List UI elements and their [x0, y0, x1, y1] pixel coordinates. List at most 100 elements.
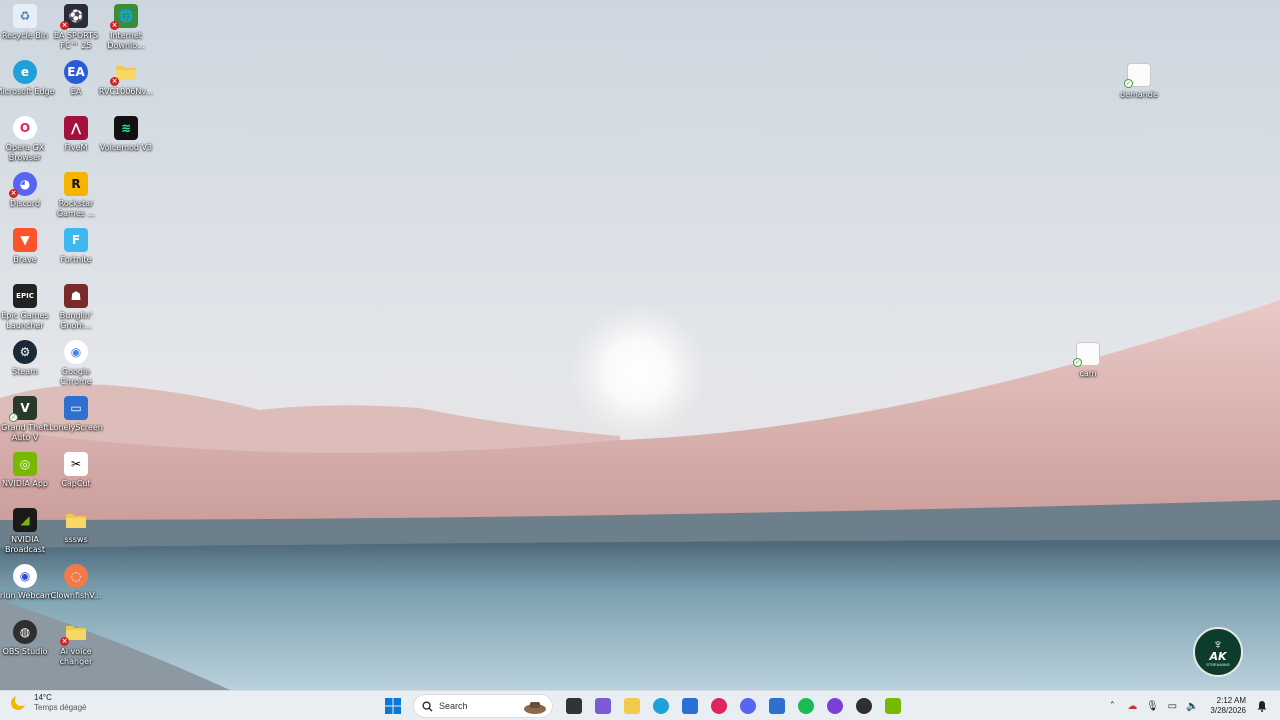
game-icon: ☗ — [64, 284, 88, 308]
weather-widget[interactable]: 14°C Temps dégagé — [8, 693, 86, 713]
desktop-shortcut[interactable]: sssws — [51, 508, 101, 545]
taskbar-app-microsoft-store[interactable] — [677, 693, 703, 719]
fivem-icon: ⋀ — [64, 116, 88, 140]
network-icon[interactable]: ▭ — [1163, 696, 1181, 716]
ak-streaming-watermark: ♆ AK STREAMING — [1193, 627, 1243, 677]
steam-icon: ⚙ — [13, 340, 37, 364]
desktop-shortcut[interactable]: ≋ Voicemod V3 — [100, 116, 152, 153]
desktop-file-demande[interactable]: ✓ demande — [1114, 63, 1164, 100]
ea-fc-icon: ⚽ × — [60, 4, 88, 30]
chevron-up-icon[interactable]: ˄ — [1103, 696, 1121, 716]
clock-date: 3/28/2026 — [1210, 706, 1246, 715]
desktop-file-label: demande — [1120, 90, 1158, 99]
desktop-shortcut[interactable]: EPIC Epic Games Launcher — [0, 284, 50, 331]
desktop-file-cam[interactable]: ✓ cam — [1063, 342, 1113, 379]
desktop-shortcut[interactable]: ✂ CapCut — [51, 452, 101, 489]
desktop-shortcut[interactable]: e Microsoft Edge — [0, 60, 55, 97]
taskbar-app-discord[interactable] — [735, 693, 761, 719]
desktop-shortcut[interactable]: × RVC1006Nv... — [99, 60, 153, 97]
desktop-shortcut[interactable]: ⚽ × EA SPORTS FC™ 25 — [51, 4, 101, 51]
eagle-icon: ♆ — [1212, 636, 1224, 652]
desktop-shortcut[interactable]: ◢ NVIDIA Broadcast — [0, 508, 50, 555]
onedrive-icon[interactable]: ☁ — [1123, 696, 1141, 716]
taskbar-app-spotify[interactable] — [793, 693, 819, 719]
desktop-shortcut[interactable]: O Opera GX Browser — [0, 116, 50, 163]
taskbar-app-copilot[interactable] — [590, 693, 616, 719]
desktop-shortcut[interactable]: 🌐 × Internet Downlo... — [101, 4, 151, 51]
taskbar-app-opera[interactable] — [822, 693, 848, 719]
windows-logo-icon — [384, 698, 401, 714]
spotify-icon — [797, 698, 814, 714]
volume-icon[interactable]: 🔈 — [1183, 696, 1201, 716]
folder-icon: × — [110, 60, 138, 86]
document-icon: ✓ — [1073, 342, 1100, 367]
desktop-shortcut[interactable]: ⚙ Steam — [0, 340, 50, 377]
text-document-icon: ✓ — [1124, 63, 1151, 88]
desktop-shortcut[interactable]: ◌ ClownfishV... — [51, 564, 101, 601]
desktop-shortcut[interactable]: ◎ NVIDIA App — [0, 452, 50, 489]
notification-bell-icon[interactable] — [1253, 696, 1271, 716]
search-highlight-icon — [524, 702, 546, 714]
gta-v-icon: V ✓ — [9, 396, 37, 422]
opera-gx-icon — [710, 698, 727, 714]
folder-icon: × — [60, 620, 88, 646]
taskbar-app-nvidia-broadcast[interactable] — [880, 693, 906, 719]
desktop-shortcut[interactable]: ♻ Recycle Bin — [0, 4, 50, 41]
file-explorer-icon — [623, 698, 640, 714]
desktop-shortcut[interactable]: ◍ OBS Studio — [0, 620, 50, 657]
desktop-shortcut-label: RVC1006Nv... — [98, 87, 154, 96]
desktop-shortcut[interactable]: ▼ Brave — [0, 228, 50, 265]
rockstar-icon: R — [64, 172, 88, 196]
discord-icon: ◕ × — [9, 172, 37, 198]
taskbar-app-task-view[interactable] — [561, 693, 587, 719]
desktop-shortcut-label: CapCut — [61, 479, 91, 488]
desktop-shortcut-label: Google Chrome — [60, 367, 92, 386]
taskbar-app-opera-gx[interactable] — [706, 693, 732, 719]
desktop-shortcut[interactable]: ◕ × Discord — [0, 172, 50, 209]
search-placeholder: Search — [439, 701, 468, 711]
brave-icon: ▼ — [13, 228, 37, 252]
desktop-shortcut[interactable]: V ✓ Grand Theft Auto V — [0, 396, 50, 443]
nvidia-broadcast-icon — [884, 698, 901, 714]
epic-games-icon: EPIC — [13, 284, 37, 308]
ea-icon: EA — [64, 60, 88, 84]
internet-download-manager-icon: 🌐 × — [110, 4, 138, 30]
taskbar-app-file-explorer[interactable] — [619, 693, 645, 719]
desktop-shortcut-label: Rockstar Games ... — [56, 199, 96, 218]
desktop-shortcut-label: Voicemod V3 — [99, 143, 153, 152]
capcut-icon: ✂ — [64, 452, 88, 476]
nvidia-icon: ◎ — [13, 452, 37, 476]
folder-icon — [64, 508, 88, 532]
iriun-webcam-icon: ◉ — [13, 564, 37, 588]
desktop-shortcut[interactable]: ☗ Bunglin' Gnom... — [51, 284, 101, 331]
taskbar-search-box[interactable]: Search — [413, 694, 553, 718]
start-button[interactable] — [380, 693, 406, 719]
edge-icon: e — [13, 60, 37, 84]
tray-icons: ˄ ☁ 🎙 ▭ 🔈 — [1102, 696, 1202, 716]
system-tray: ˄ ☁ 🎙 ▭ 🔈 2:12 AM 3/28/2026 — [1102, 693, 1272, 719]
taskbar-app-obs-studio[interactable] — [851, 693, 877, 719]
desktop-shortcut[interactable]: ⋀ FiveM — [51, 116, 101, 153]
desktop-shortcut-label: Bunglin' Gnom... — [59, 311, 93, 330]
discord-icon — [739, 698, 756, 714]
microphone-icon[interactable]: 🎙 — [1143, 696, 1161, 716]
taskbar-app-edge[interactable] — [648, 693, 674, 719]
clownfish-icon: ◌ — [64, 564, 88, 588]
watermark-title: AK — [1209, 650, 1227, 663]
clock[interactable]: 2:12 AM 3/28/2026 — [1210, 696, 1246, 716]
desktop-shortcut[interactable]: × Ai voice changer — [51, 620, 101, 667]
lonelyscreen-icon: ▭ — [64, 396, 88, 420]
desktop-shortcut[interactable]: ▭ LonelyScreen — [49, 396, 103, 433]
task-view-icon — [565, 698, 582, 714]
taskbar-app-remote-desktop[interactable] — [764, 693, 790, 719]
opera-gx-icon: O — [13, 116, 37, 140]
desktop-shortcut[interactable]: R Rockstar Games ... — [51, 172, 101, 219]
desktop-shortcut[interactable]: ◉ Iriun Webcam — [0, 564, 53, 601]
desktop-shortcut-label: Fortnite — [60, 255, 92, 264]
desktop-shortcut[interactable]: EA EA — [51, 60, 101, 97]
desktop-shortcut[interactable]: ◉ Google Chrome — [51, 340, 101, 387]
moon-icon — [11, 694, 27, 710]
desktop-shortcut[interactable]: F Fortnite — [51, 228, 101, 265]
copilot-icon — [594, 698, 611, 714]
chrome-icon: ◉ — [64, 340, 88, 364]
